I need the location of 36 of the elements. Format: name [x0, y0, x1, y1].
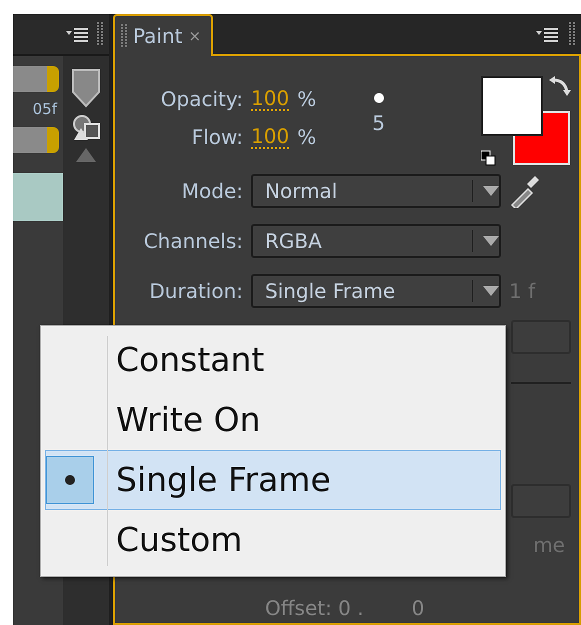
panel-tab[interactable]: Paint ×	[113, 14, 214, 56]
thumbnail	[13, 172, 63, 220]
field-label: Channels:	[142, 228, 243, 255]
caret-icon	[483, 286, 499, 296]
eyedropper-icon[interactable]	[509, 174, 539, 208]
field-label: Offset: 0 .	[265, 595, 364, 622]
value-field[interactable]: 100	[251, 87, 290, 111]
field-label: Opacity:	[160, 86, 243, 113]
menu-item[interactable]: Single Frame	[45, 450, 501, 510]
tab-label: Paint	[133, 23, 182, 50]
dropdown[interactable]: RGBA	[251, 224, 501, 258]
brush-dot-icon	[372, 92, 385, 104]
scroll-up-icon[interactable]	[76, 148, 96, 162]
timecode: 05f	[32, 99, 58, 120]
brush-size: 5	[372, 110, 385, 137]
field-label: Duration:	[148, 278, 243, 305]
bullet-icon	[64, 474, 76, 486]
value-field[interactable]: 100	[251, 125, 290, 149]
grip-icon[interactable]	[121, 24, 127, 48]
unit-label: %	[297, 124, 316, 151]
unit-label: %	[297, 86, 316, 113]
dropdown[interactable]: Single Frame	[251, 274, 501, 308]
close-button[interactable]: ×	[188, 24, 202, 48]
menu-item[interactable]: Write On	[45, 390, 501, 450]
color-swatches[interactable]	[481, 76, 571, 166]
menu-item[interactable]: Constant	[45, 330, 501, 390]
caret-icon	[483, 186, 499, 196]
shapes-icon[interactable]	[71, 114, 101, 142]
field-label: Mode:	[180, 178, 243, 205]
grip-icon[interactable]	[97, 22, 103, 46]
dropdown[interactable]: Normal	[251, 174, 501, 208]
menu-item[interactable]: Custom	[45, 510, 501, 570]
grip-icon[interactable]	[569, 22, 575, 46]
caret-icon	[483, 236, 499, 246]
field-label: Flow:	[190, 124, 243, 151]
shield-icon[interactable]	[71, 68, 101, 108]
